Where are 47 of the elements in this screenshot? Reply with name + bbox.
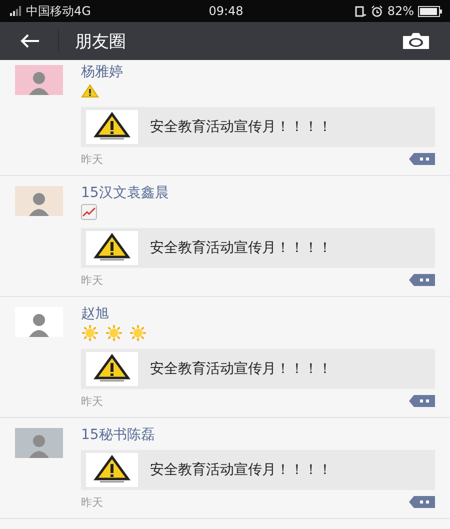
battery-percent: 82% [387,4,414,18]
link-title: 安全教育活动宣传月！！！！ [150,239,332,257]
link-title: 安全教育活动宣传月！！！！ [150,360,332,378]
rotation-lock-icon [355,6,368,16]
post-time: 昨天 [81,494,103,510]
alarm-icon [371,5,384,17]
back-arrow-icon [20,33,40,49]
user-name[interactable]: 15汉文袁鑫晨 [81,184,435,202]
camera-button[interactable] [402,32,430,50]
comment-button[interactable] [409,395,435,407]
sun-emoji-icon [81,324,99,342]
link-title: 安全教育活动宣传月！！！！ [150,118,332,136]
sun-emoji-icon [129,324,147,342]
chart-emoji-icon [81,204,97,220]
shared-link-card[interactable]: 安全教育活动宣传月！！！！ [81,349,435,389]
avatar-image[interactable] [15,307,63,337]
warning-sign-thumbnail [86,352,138,386]
battery-icon [418,6,442,16]
shared-link-card[interactable]: 安全教育活动宣传月！！！！ [81,450,435,490]
comment-button[interactable] [409,153,435,165]
user-name[interactable]: 15秘书陈磊 [81,426,435,444]
comment-icon [409,274,435,286]
clock-time: 09:48 [208,4,244,18]
comment-icon [409,395,435,407]
warning-sign-thumbnail [86,453,138,487]
warning-sign-thumbnail [86,110,138,144]
avatar-image[interactable] [15,186,63,216]
shared-link-card[interactable]: 安全教育活动宣传月！！！！ [81,228,435,268]
comment-button[interactable] [409,496,435,508]
post-time: 昨天 [81,272,103,288]
warning-sign-thumbnail [86,231,138,265]
signal-icon [10,6,22,16]
link-title: 安全教育活动宣传月！！！！ [150,461,332,479]
user-name[interactable]: 杨雅婷 [81,63,435,81]
post-time: 昨天 [81,394,103,408]
warning-emoji-icon [81,84,99,98]
shared-link-card[interactable]: 安全教育活动宣传月！！！！ [81,107,435,147]
user-name[interactable]: 赵旭 [81,305,435,323]
carrier-name: 中国移动4G [26,2,91,20]
post-time: 昨天 [81,152,103,166]
comment-button[interactable] [409,274,435,286]
page-title: 朋友圈 [75,30,126,52]
sun-emoji-icon [105,324,123,342]
comment-icon [409,153,435,165]
comment-icon [409,496,435,508]
avatar-image[interactable] [15,65,63,95]
camera-icon [402,32,430,50]
